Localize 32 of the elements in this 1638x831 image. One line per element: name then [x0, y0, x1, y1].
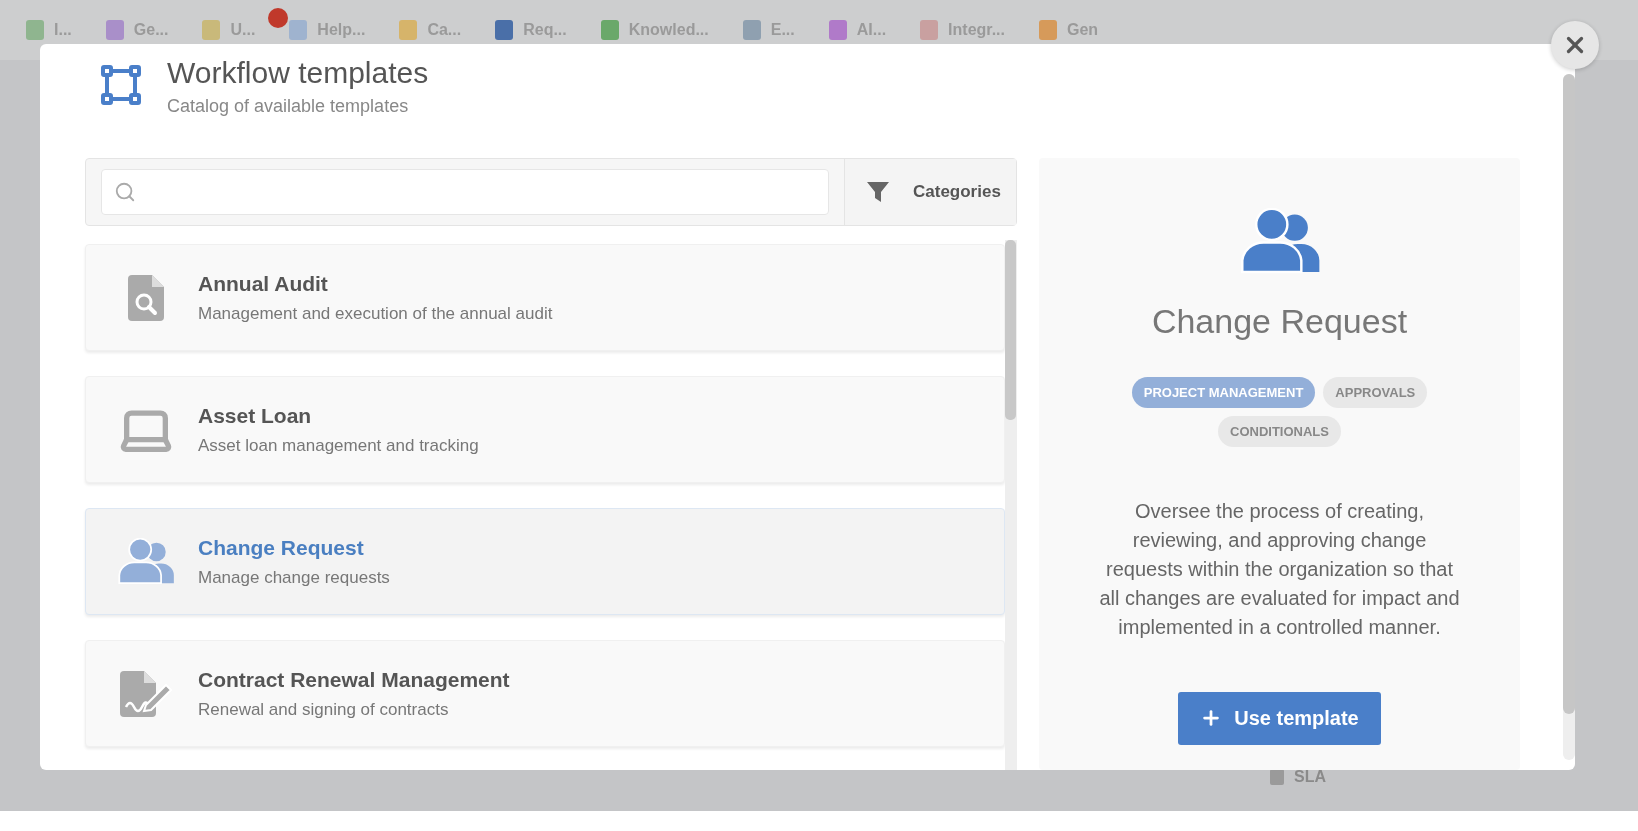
dialog-title: Workflow templates [167, 56, 429, 90]
category-tag: CONDITIONALS [1218, 415, 1341, 447]
template-card[interactable]: Change Request Manage change requests [85, 508, 1005, 615]
search-icon [114, 181, 136, 203]
document-search-icon [128, 274, 164, 321]
template-name: Change Request [198, 535, 365, 560]
background-item[interactable]: SLA [1294, 768, 1326, 786]
detail-title: Change Request [1151, 301, 1408, 341]
template-name: Contract Renewal Management [198, 667, 510, 692]
template-name: Asset Loan [198, 403, 313, 428]
template-description: Manage change requests [198, 567, 390, 588]
template-description: Renewal and signing of contracts [198, 699, 450, 720]
scrollbar[interactable] [1005, 240, 1017, 770]
file-signature-icon [120, 670, 172, 717]
categories-button[interactable]: Categories [844, 159, 1016, 225]
template-name: Annual Audit [198, 271, 329, 296]
filter-icon [867, 182, 889, 202]
template-card[interactable]: Annual Audit Management and execution of the annual audit [85, 244, 1005, 351]
scrollbar[interactable] [1563, 74, 1575, 760]
users-icon [117, 538, 175, 585]
template-card[interactable]: Asset Loan Asset loan management and tracking [85, 376, 1005, 483]
dialog-subtitle: Catalog of available templates [167, 96, 410, 117]
template-description: Asset loan management and tracking [198, 435, 479, 456]
template-card[interactable]: Contract Renewal Management Renewal and signing of contracts [85, 640, 1005, 747]
search-field[interactable] [101, 169, 829, 215]
category-tag: PROJECT MANAGEMENT [1131, 376, 1316, 408]
workflow-icon [100, 64, 142, 106]
category-tag: APPROVALS [1323, 376, 1428, 408]
detail-description: Oversee the process of creating, reviewing, and approving change requests within the organization so that all changes are evaluated for impact and implemented in a controlled manner. [1098, 498, 1461, 640]
template-description: Management and execution of the annual audit [198, 303, 553, 324]
use-template-button[interactable]: Use template [1178, 691, 1381, 745]
users-icon [1238, 208, 1321, 274]
